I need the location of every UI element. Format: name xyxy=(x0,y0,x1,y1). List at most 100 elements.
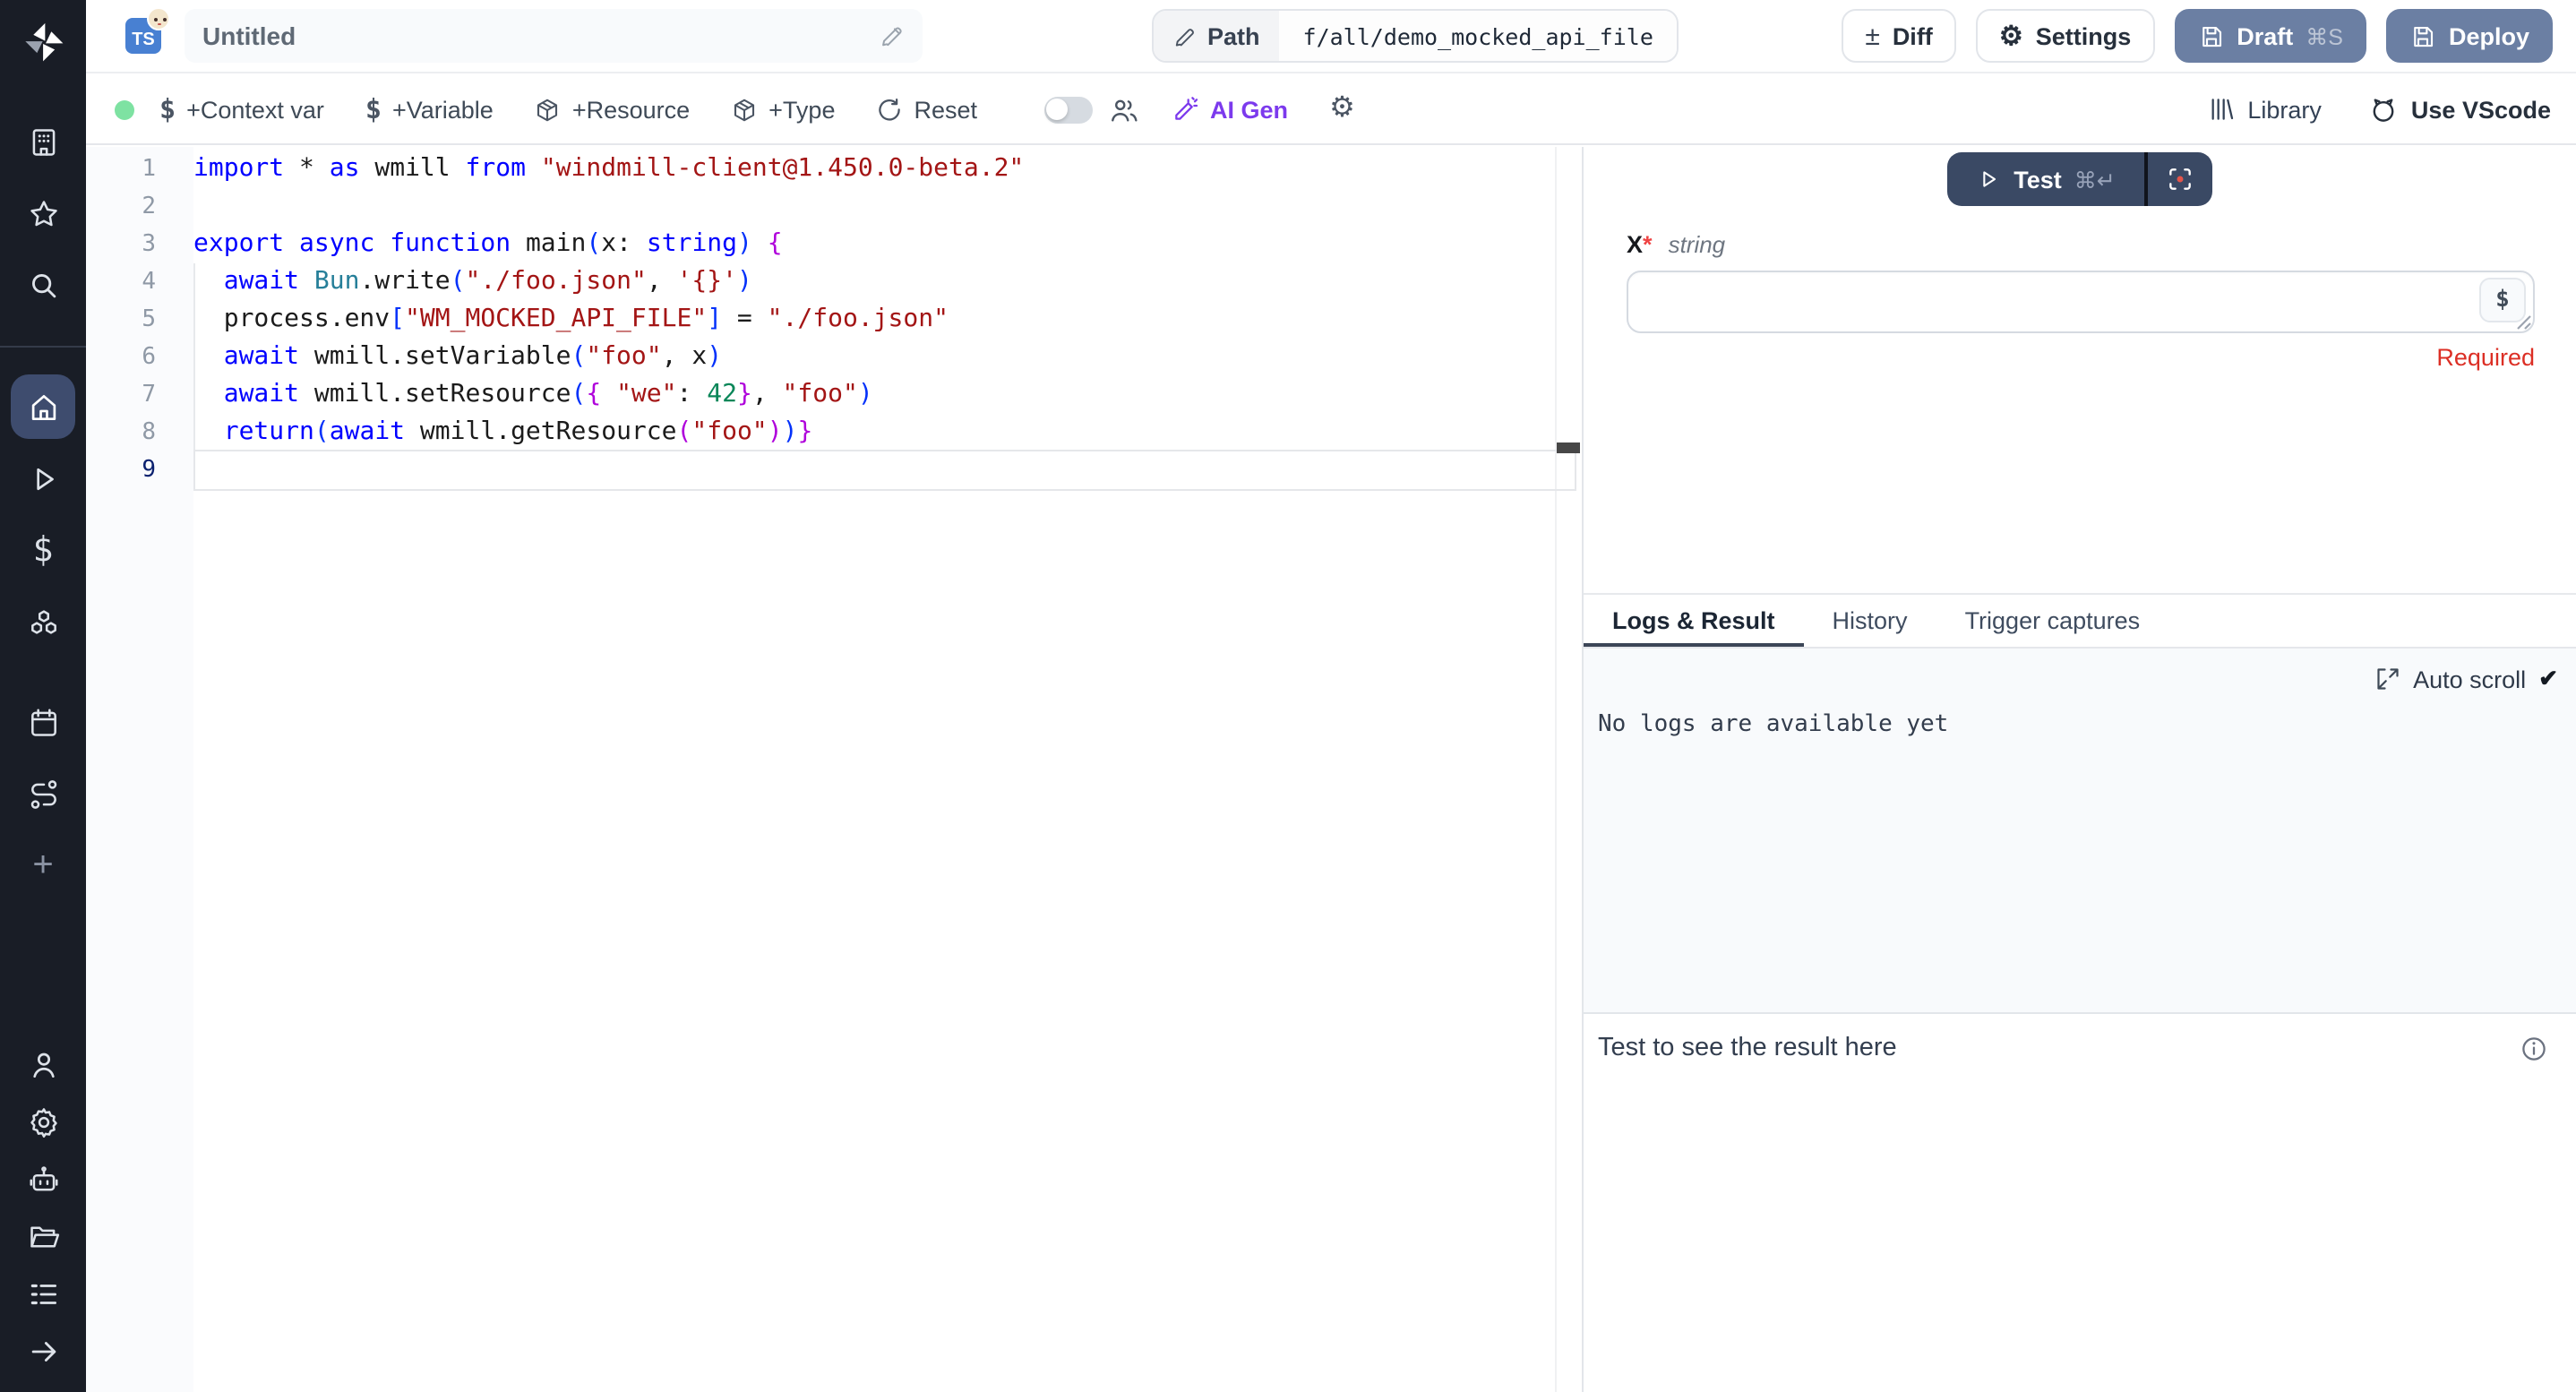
sidebar-item-add[interactable]: + xyxy=(11,833,75,898)
sidebar-item-folders[interactable] xyxy=(11,1206,75,1267)
test-button[interactable]: Test ⌘↵ xyxy=(1947,152,2144,206)
info-icon[interactable] xyxy=(2519,1034,2549,1064)
sidebar-item-variables[interactable]: $ xyxy=(11,518,75,582)
ai-gen-label: AI Gen xyxy=(1210,96,1288,123)
status-dot-icon xyxy=(115,99,134,119)
code-line[interactable]: 4 await Bun.write("./foo.json", '{}') xyxy=(86,263,1582,301)
line-number: 2 xyxy=(86,188,193,226)
test-button-label: Test xyxy=(2014,166,2062,193)
typescript-badge-label: TS xyxy=(132,30,155,50)
reset-label: Reset xyxy=(914,96,977,123)
logs-panel: Auto scroll ✔ No logs are available yet xyxy=(1584,649,2576,1014)
sidebar-item-schedules[interactable] xyxy=(11,690,75,754)
sidebar-item-workers[interactable] xyxy=(11,1148,75,1209)
path-edit-button[interactable]: Path xyxy=(1154,11,1280,61)
code-line[interactable]: 5 process.env["WM_MOCKED_API_FILE"] = ".… xyxy=(86,301,1582,339)
plus-minus-icon: ± xyxy=(1865,21,1879,51)
add-resource-button[interactable]: +Resource xyxy=(535,96,690,123)
test-shortcut: ⌘↵ xyxy=(2074,166,2116,193)
toggle-knob xyxy=(1046,99,1068,120)
deploy-button-label: Deploy xyxy=(2449,22,2529,49)
logs-empty-message: No logs are available yet xyxy=(1598,711,2558,738)
code-editor[interactable]: 1import * as wmill from "windmill-client… xyxy=(86,147,1584,1392)
toolbar-right: Library Use VScode xyxy=(2206,94,2551,125)
draft-shortcut: ⌘S xyxy=(2306,22,2343,49)
add-type-button[interactable]: +Type xyxy=(731,96,835,123)
diff-button[interactable]: ± Diff xyxy=(1842,9,1955,63)
reset-button[interactable]: Reset xyxy=(876,96,977,123)
line-number: 9 xyxy=(86,451,193,489)
sidebar-item-workspace[interactable] xyxy=(11,109,75,174)
code-line[interactable]: 8 return(await wmill.getResource("foo"))… xyxy=(86,414,1582,451)
arg-input-field[interactable]: $ xyxy=(1627,271,2535,333)
capture-test-button[interactable] xyxy=(2148,152,2212,206)
windmill-logo-icon[interactable] xyxy=(19,18,67,66)
script-title: Untitled xyxy=(202,21,296,50)
overview-cursor-marker xyxy=(1557,443,1580,453)
script-title-field[interactable]: Untitled xyxy=(185,9,923,63)
add-context-var-button[interactable]: $ +Context var xyxy=(159,93,324,125)
sidebar-item-settings[interactable] xyxy=(11,1091,75,1152)
star-icon xyxy=(26,196,60,230)
draft-button[interactable]: Draft ⌘S xyxy=(2174,9,2366,63)
sidebar-item-search[interactable] xyxy=(11,253,75,317)
plus-icon: + xyxy=(32,845,53,886)
home-icon xyxy=(26,390,60,424)
test-button-group: Test ⌘↵ xyxy=(1947,152,2212,206)
path-value[interactable]: f/all/demo_mocked_api_file xyxy=(1280,11,1677,61)
magic-wand-icon xyxy=(1171,95,1199,124)
sidebar-item-routes[interactable] xyxy=(11,761,75,826)
dollar-icon: $ xyxy=(33,530,54,570)
code-line[interactable]: 2 xyxy=(86,188,1582,226)
users-icon[interactable] xyxy=(1108,94,1138,125)
ai-gen-button[interactable]: AI Gen xyxy=(1171,95,1288,124)
use-vscode-label: Use VScode xyxy=(2411,96,2551,123)
route-icon xyxy=(26,777,60,811)
arg-type: string xyxy=(1669,231,1726,258)
collab-toggle[interactable] xyxy=(1043,96,1092,123)
code-line[interactable]: 9 xyxy=(86,451,1582,489)
code-line[interactable]: 7 await wmill.setResource({ "we": 42}, "… xyxy=(86,376,1582,414)
sidebar-item-logs[interactable] xyxy=(11,1263,75,1324)
deploy-button[interactable]: Deploy xyxy=(2386,9,2553,63)
library-label: Library xyxy=(2247,96,2322,123)
add-variable-button[interactable]: $ +Variable xyxy=(365,93,494,125)
sidebar-item-home[interactable] xyxy=(11,374,75,439)
code-lines[interactable]: 1import * as wmill from "windmill-client… xyxy=(86,150,1582,489)
tab-logs-result[interactable]: Logs & Result xyxy=(1584,595,1804,647)
code-line[interactable]: 6 await wmill.setVariable("foo", x) xyxy=(86,339,1582,376)
use-vscode-button[interactable]: Use VScode xyxy=(2368,94,2551,125)
sidebar-item-favorites[interactable] xyxy=(11,181,75,245)
library-button[interactable]: Library xyxy=(2206,95,2322,124)
sidebar-item-runs[interactable] xyxy=(11,446,75,511)
boxes-icon xyxy=(26,605,60,639)
settings-button[interactable]: ⚙ Settings xyxy=(1976,9,2154,63)
user-icon xyxy=(26,1047,60,1081)
expand-icon xyxy=(2375,666,2400,692)
edit-title-icon[interactable] xyxy=(880,23,905,48)
sidebar-item-resources[interactable] xyxy=(11,589,75,654)
line-number: 5 xyxy=(86,301,193,339)
tab-history[interactable]: History xyxy=(1804,595,1936,647)
line-number: 7 xyxy=(86,376,193,414)
gear-icon: ⚙ xyxy=(1999,22,2023,49)
autoscroll-control[interactable]: Auto scroll ✔ xyxy=(1598,661,2558,697)
sidebar-bottom xyxy=(11,1037,75,1392)
building-icon xyxy=(26,125,60,159)
package-icon xyxy=(535,96,562,123)
line-number: 4 xyxy=(86,263,193,301)
calendar-icon xyxy=(26,705,60,739)
code-line[interactable]: 3export async function main(x: string) { xyxy=(86,226,1582,263)
resize-handle-icon[interactable] xyxy=(2517,315,2531,330)
reset-icon xyxy=(876,96,903,123)
tab-trigger-captures[interactable]: Trigger captures xyxy=(1936,595,2169,647)
check-icon: ✔ xyxy=(2538,665,2558,693)
code-line[interactable]: 1import * as wmill from "windmill-client… xyxy=(86,150,1582,188)
add-context-var-label: +Context var xyxy=(186,96,324,123)
sidebar-item-user[interactable] xyxy=(11,1034,75,1095)
sidebar: $ + xyxy=(0,0,86,1392)
add-resource-label: +Resource xyxy=(572,96,690,123)
sidebar-expand-button[interactable] xyxy=(11,1320,75,1381)
editor-settings-gear-icon[interactable]: ⚙ xyxy=(1329,95,1355,124)
add-variable-label: +Variable xyxy=(392,96,494,123)
